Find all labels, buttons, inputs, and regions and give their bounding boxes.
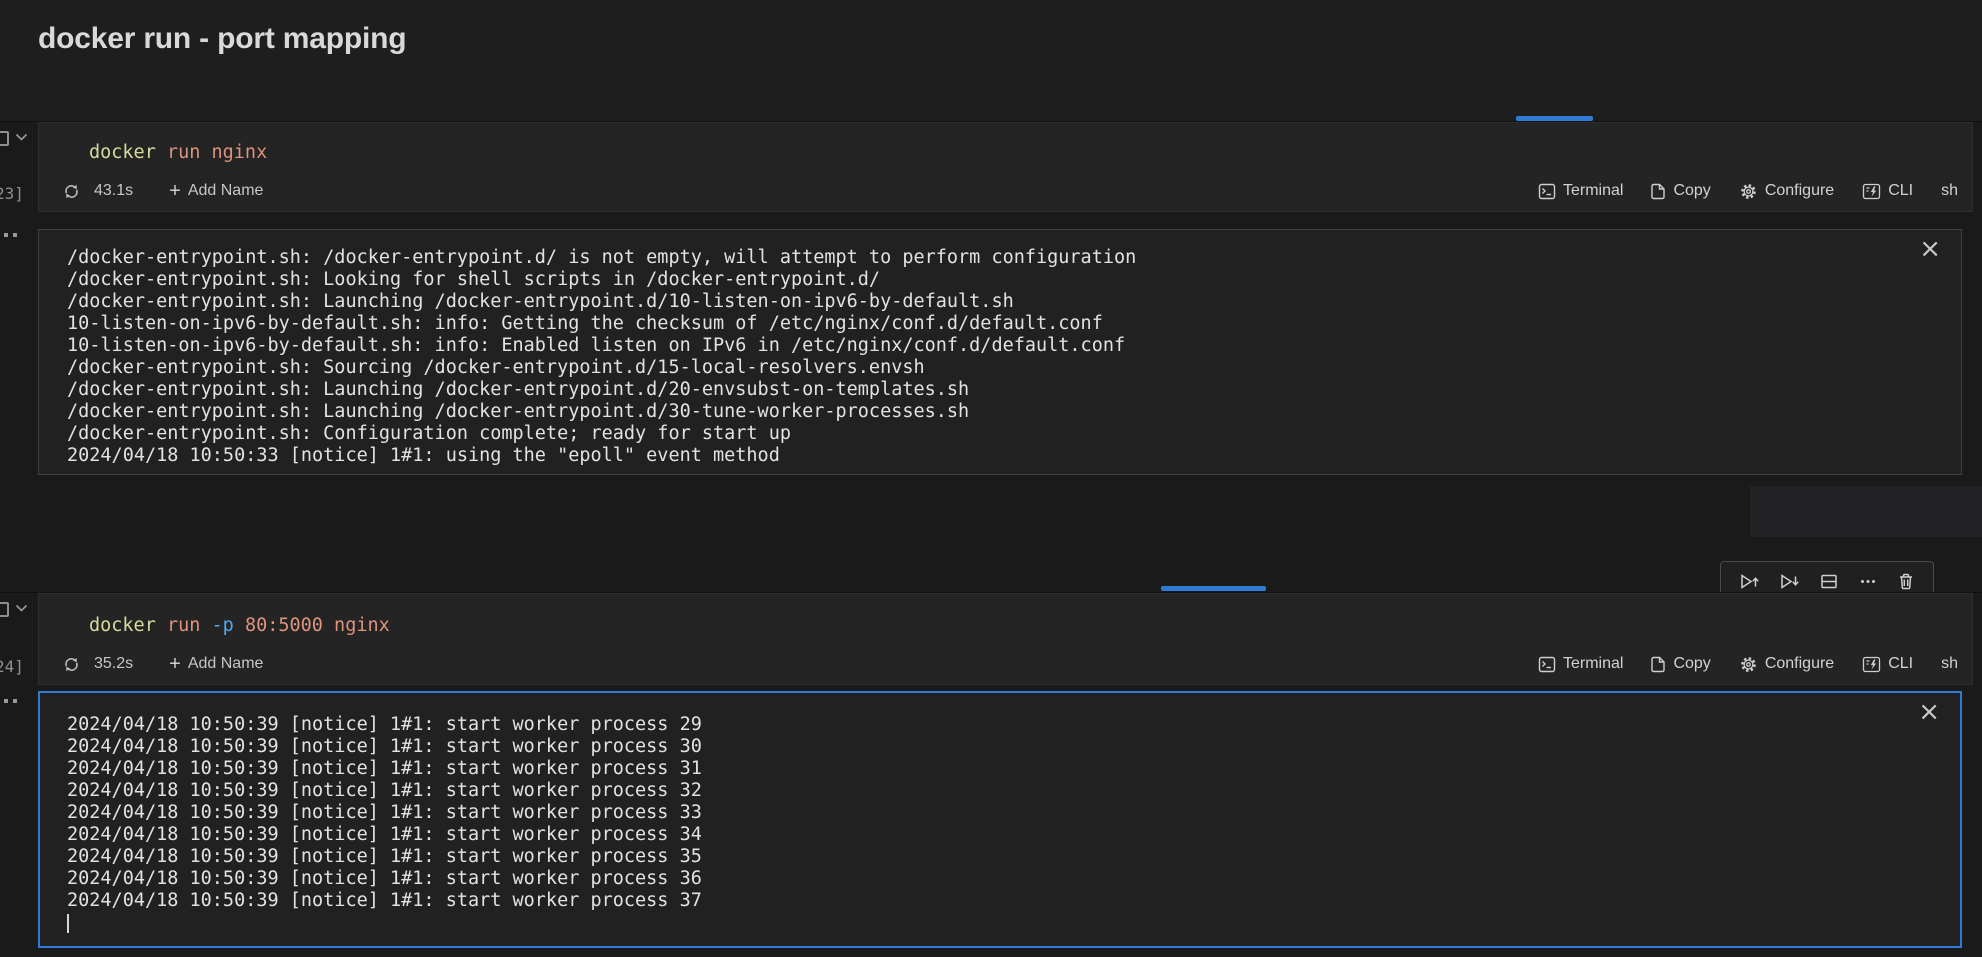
plus-icon: + [169, 655, 181, 673]
copy-button[interactable]: Copy [1651, 182, 1710, 200]
log-line: 10-listen-on-ipv6-by-default.sh: info: E… [67, 335, 1921, 357]
code-editor[interactable]: docker run -p 80:5000 nginx [89, 614, 390, 638]
log-lines: /docker-entrypoint.sh: /docker-entrypoin… [67, 247, 1921, 467]
log-line: 2024/04/18 10:50:39 [notice] 1#1: start … [67, 736, 1921, 758]
log-line: /docker-entrypoint.sh: Sourcing /docker-… [67, 357, 1921, 379]
cell-bracket-icon [0, 131, 9, 146]
gear-icon [1739, 655, 1758, 674]
hover-highlight [1750, 486, 1982, 537]
output-gutter-dots-icon [4, 233, 17, 237]
log-line: 2024/04/18 10:50:39 [notice] 1#1: start … [67, 714, 1921, 736]
close-icon[interactable]: × [1918, 699, 1940, 725]
language-picker[interactable]: sh [1941, 655, 1958, 673]
cell-output-2[interactable]: 2024/04/18 10:50:39 [notice] 1#1: start … [38, 691, 1962, 948]
chevron-down-icon[interactable] [15, 133, 28, 142]
copy-button[interactable]: Copy [1651, 655, 1710, 673]
rerun-icon[interactable] [63, 183, 80, 200]
add-name-button[interactable]: + Add Name [169, 655, 263, 673]
execution-count: 23] [0, 184, 24, 203]
log-line: 2024/04/18 10:50:39 [notice] 1#1: start … [67, 758, 1921, 780]
gear-icon [1739, 182, 1758, 201]
log-line: /docker-entrypoint.sh: Launching /docker… [67, 379, 1921, 401]
cell-insert-indicator[interactable] [1161, 586, 1266, 591]
cli-icon [1862, 183, 1881, 200]
code-editor[interactable]: docker run nginx [89, 141, 267, 165]
execution-count: 24] [0, 657, 24, 676]
code-token: docker [89, 142, 167, 163]
text-cursor [67, 914, 69, 933]
log-line: 2024/04/18 10:50:39 [notice] 1#1: start … [67, 890, 1921, 912]
code-cell-1[interactable]: docker run nginx 43.1s + Add Name [38, 122, 1973, 212]
more-actions-icon[interactable] [1858, 572, 1878, 591]
code-token: -p [212, 615, 245, 636]
log-lines: 2024/04/18 10:50:39 [notice] 1#1: start … [67, 714, 1921, 912]
output-gutter-dots-icon [4, 699, 17, 703]
log-line: /docker-entrypoint.sh: Configuration com… [67, 423, 1921, 445]
split-cell-icon[interactable] [1819, 572, 1839, 591]
cli-button[interactable]: CLI [1862, 182, 1913, 200]
log-line: /docker-entrypoint.sh: Launching /docker… [67, 401, 1921, 423]
log-line: 2024/04/18 10:50:39 [notice] 1#1: start … [67, 780, 1921, 802]
chevron-down-icon[interactable] [15, 604, 28, 613]
configure-button[interactable]: Configure [1739, 655, 1834, 674]
cli-button[interactable]: CLI [1862, 655, 1913, 673]
duration-label: 43.1s [94, 182, 133, 200]
plus-icon: + [169, 182, 181, 200]
log-line: 2024/04/18 10:50:39 [notice] 1#1: start … [67, 824, 1921, 846]
log-line: 10-listen-on-ipv6-by-default.sh: info: G… [67, 313, 1921, 335]
log-line: /docker-entrypoint.sh: /docker-entrypoin… [67, 247, 1921, 269]
log-line: 2024/04/18 10:50:39 [notice] 1#1: start … [67, 846, 1921, 868]
run-below-icon[interactable] [1779, 572, 1800, 591]
rerun-icon[interactable] [63, 656, 80, 673]
code-token: run nginx [167, 142, 267, 163]
terminal-button[interactable]: Terminal [1538, 655, 1623, 673]
code-cell-2[interactable]: docker run -p 80:5000 nginx 35.2s + Add … [38, 593, 1973, 685]
run-above-icon[interactable] [1739, 572, 1760, 591]
terminal-icon [1538, 656, 1556, 673]
log-line: /docker-entrypoint.sh: Looking for shell… [67, 269, 1921, 291]
cli-icon [1862, 656, 1881, 673]
trash-icon[interactable] [1897, 572, 1915, 591]
terminal-button[interactable]: Terminal [1538, 182, 1623, 200]
terminal-icon [1538, 183, 1556, 200]
log-line: /docker-entrypoint.sh: Launching /docker… [67, 291, 1921, 313]
close-icon[interactable]: × [1919, 236, 1941, 262]
language-picker[interactable]: sh [1941, 182, 1958, 200]
log-line: 2024/04/18 10:50:33 [notice] 1#1: using … [67, 445, 1921, 467]
code-token: 80:5000 nginx [245, 615, 390, 636]
copy-icon [1651, 655, 1666, 673]
code-token: run [167, 615, 212, 636]
cell-output-1: /docker-entrypoint.sh: /docker-entrypoin… [38, 229, 1962, 475]
duration-label: 35.2s [94, 655, 133, 673]
cell-bracket-icon [0, 602, 9, 617]
add-name-button[interactable]: + Add Name [169, 182, 263, 200]
header-band [0, 0, 1982, 121]
code-token: docker [89, 615, 167, 636]
page-title: docker run - port mapping [38, 22, 406, 56]
log-line: 2024/04/18 10:50:39 [notice] 1#1: start … [67, 802, 1921, 824]
log-line: 2024/04/18 10:50:39 [notice] 1#1: start … [67, 868, 1921, 890]
configure-button[interactable]: Configure [1739, 182, 1834, 201]
copy-icon [1651, 182, 1666, 200]
